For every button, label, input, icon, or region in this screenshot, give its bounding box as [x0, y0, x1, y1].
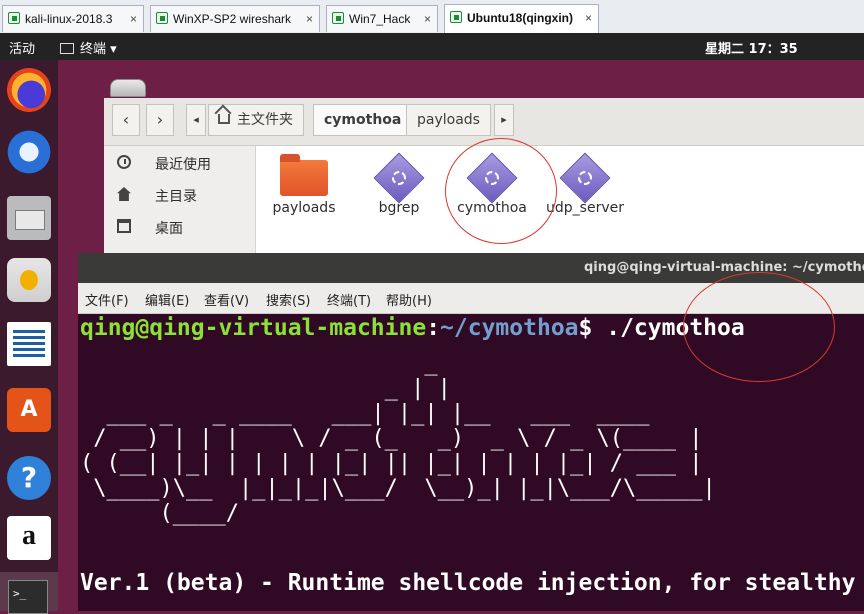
file-name: payloads	[272, 200, 336, 216]
breadcrumb-label: 主文件夹	[237, 112, 293, 128]
vm-icon	[332, 12, 344, 24]
desktop-icon	[117, 219, 131, 233]
vm-icon	[156, 12, 168, 24]
terminal-icon	[60, 43, 74, 54]
breadcrumb-home[interactable]: 主文件夹	[208, 104, 304, 136]
home-icon	[117, 187, 131, 201]
vm-tab-strip: kali-linux-2018.3 × WinXP-SP2 wireshark …	[0, 0, 864, 34]
rhythmbox-icon[interactable]	[7, 258, 51, 302]
menu-help[interactable]: 帮助(H)	[386, 290, 432, 309]
forward-button[interactable]: ›	[146, 104, 174, 136]
vm-tab-kali[interactable]: kali-linux-2018.3 ×	[2, 5, 144, 32]
breadcrumb-cymothoa[interactable]: cymothoa	[313, 104, 413, 136]
folder-icon	[280, 154, 328, 196]
help-icon[interactable]: ?	[7, 456, 51, 500]
sidebar-item-desktop[interactable]: 桌面	[104, 212, 255, 242]
sidebar-item-label: 桌面	[155, 221, 183, 237]
ascii-banner: _ _ | | ___ _ _ ____ ___| |_| |__ ___ __…	[80, 351, 716, 526]
clock[interactable]: 星期二 17：35	[705, 38, 798, 57]
amazon-icon[interactable]: a	[7, 516, 51, 560]
file-view: payloads bgrep cymothoa udp_server	[256, 146, 864, 268]
thunderbird-icon[interactable]	[7, 130, 51, 174]
sidebar-item-label: 最近使用	[155, 157, 211, 173]
vm-icon	[8, 12, 20, 24]
menu-file[interactable]: 文件(F)	[85, 290, 129, 309]
sidebar-item-recent[interactable]: 最近使用	[104, 148, 255, 178]
sidebar-item-label: 主目录	[155, 189, 197, 205]
version-line: Ver.1 (beta) - Runtime shellcode injecti…	[80, 570, 856, 596]
files-icon[interactable]	[7, 196, 51, 240]
annotation-circle-command	[683, 272, 835, 382]
prompt-user: qing@qing-virtual-machine	[80, 315, 427, 341]
breadcrumb-payloads[interactable]: payloads	[406, 104, 491, 136]
vm-tab-winxp[interactable]: WinXP-SP2 wireshark ×	[150, 5, 320, 32]
activities-button[interactable]: 活动	[9, 38, 35, 57]
vm-tab-label: Win7_Hack	[349, 12, 411, 26]
app-menu-label: 终端 ▾	[80, 42, 117, 57]
terminal-title: qing@qing-virtual-machine: ~/cymothoa	[584, 260, 864, 275]
vm-tab-label: WinXP-SP2 wireshark	[173, 12, 292, 26]
menu-view[interactable]: 查看(V)	[204, 290, 249, 309]
close-icon[interactable]: ×	[306, 6, 313, 32]
clock-icon	[117, 155, 131, 169]
dock: A ? a >_	[0, 60, 58, 614]
vm-tab-label: Ubuntu18(qingxin)	[467, 11, 573, 25]
prompt-path: ~/cymothoa	[440, 315, 579, 341]
file-item-payloads[interactable]: payloads	[259, 154, 349, 216]
menu-terminal[interactable]: 终端(T)	[327, 290, 371, 309]
annotation-circle-file	[445, 138, 557, 244]
executable-icon	[559, 152, 611, 204]
vm-tab-ubuntu[interactable]: Ubuntu18(qingxin) ×	[444, 4, 599, 33]
vm-icon	[450, 11, 462, 23]
terminal-icon: >_	[8, 580, 48, 614]
breadcrumb-left-arrow[interactable]: ◂	[186, 104, 206, 136]
breadcrumb-right-arrow[interactable]: ▸	[494, 104, 514, 136]
home-icon	[218, 114, 230, 124]
file-item-bgrep[interactable]: bgrep	[354, 152, 444, 216]
close-icon[interactable]: ×	[424, 6, 431, 32]
terminal-dock-item[interactable]: >_	[0, 572, 58, 614]
executable-icon	[373, 152, 425, 204]
prompt-line: qing@qing-virtual-machine:~/cymothoa$ ./…	[80, 315, 745, 341]
close-icon[interactable]: ×	[585, 5, 592, 31]
prompt-symbol: $	[578, 315, 607, 341]
trash-icon[interactable]	[110, 79, 146, 97]
sidebar-item-home[interactable]: 主目录	[104, 180, 255, 210]
libreoffice-writer-icon[interactable]	[7, 322, 51, 366]
file-manager-header: ‹ › ◂ 主文件夹 cymothoa payloads ▸	[104, 98, 864, 146]
menu-edit[interactable]: 编辑(E)	[145, 290, 189, 309]
app-menu-button[interactable]: 终端 ▾	[60, 38, 117, 57]
prompt-colon: :	[426, 315, 441, 341]
software-center-icon[interactable]: A	[7, 388, 51, 432]
file-manager-sidebar: 最近使用 主目录 桌面	[104, 146, 256, 268]
vm-tab-label: kali-linux-2018.3	[25, 12, 113, 26]
ubuntu-top-bar: 活动 终端 ▾ 星期二 17：35	[0, 33, 864, 60]
firefox-icon[interactable]	[7, 68, 51, 112]
back-button[interactable]: ‹	[112, 104, 140, 136]
close-icon[interactable]: ×	[130, 6, 137, 32]
menu-search[interactable]: 搜索(S)	[266, 290, 310, 309]
vm-tab-win7[interactable]: Win7_Hack ×	[326, 5, 438, 32]
